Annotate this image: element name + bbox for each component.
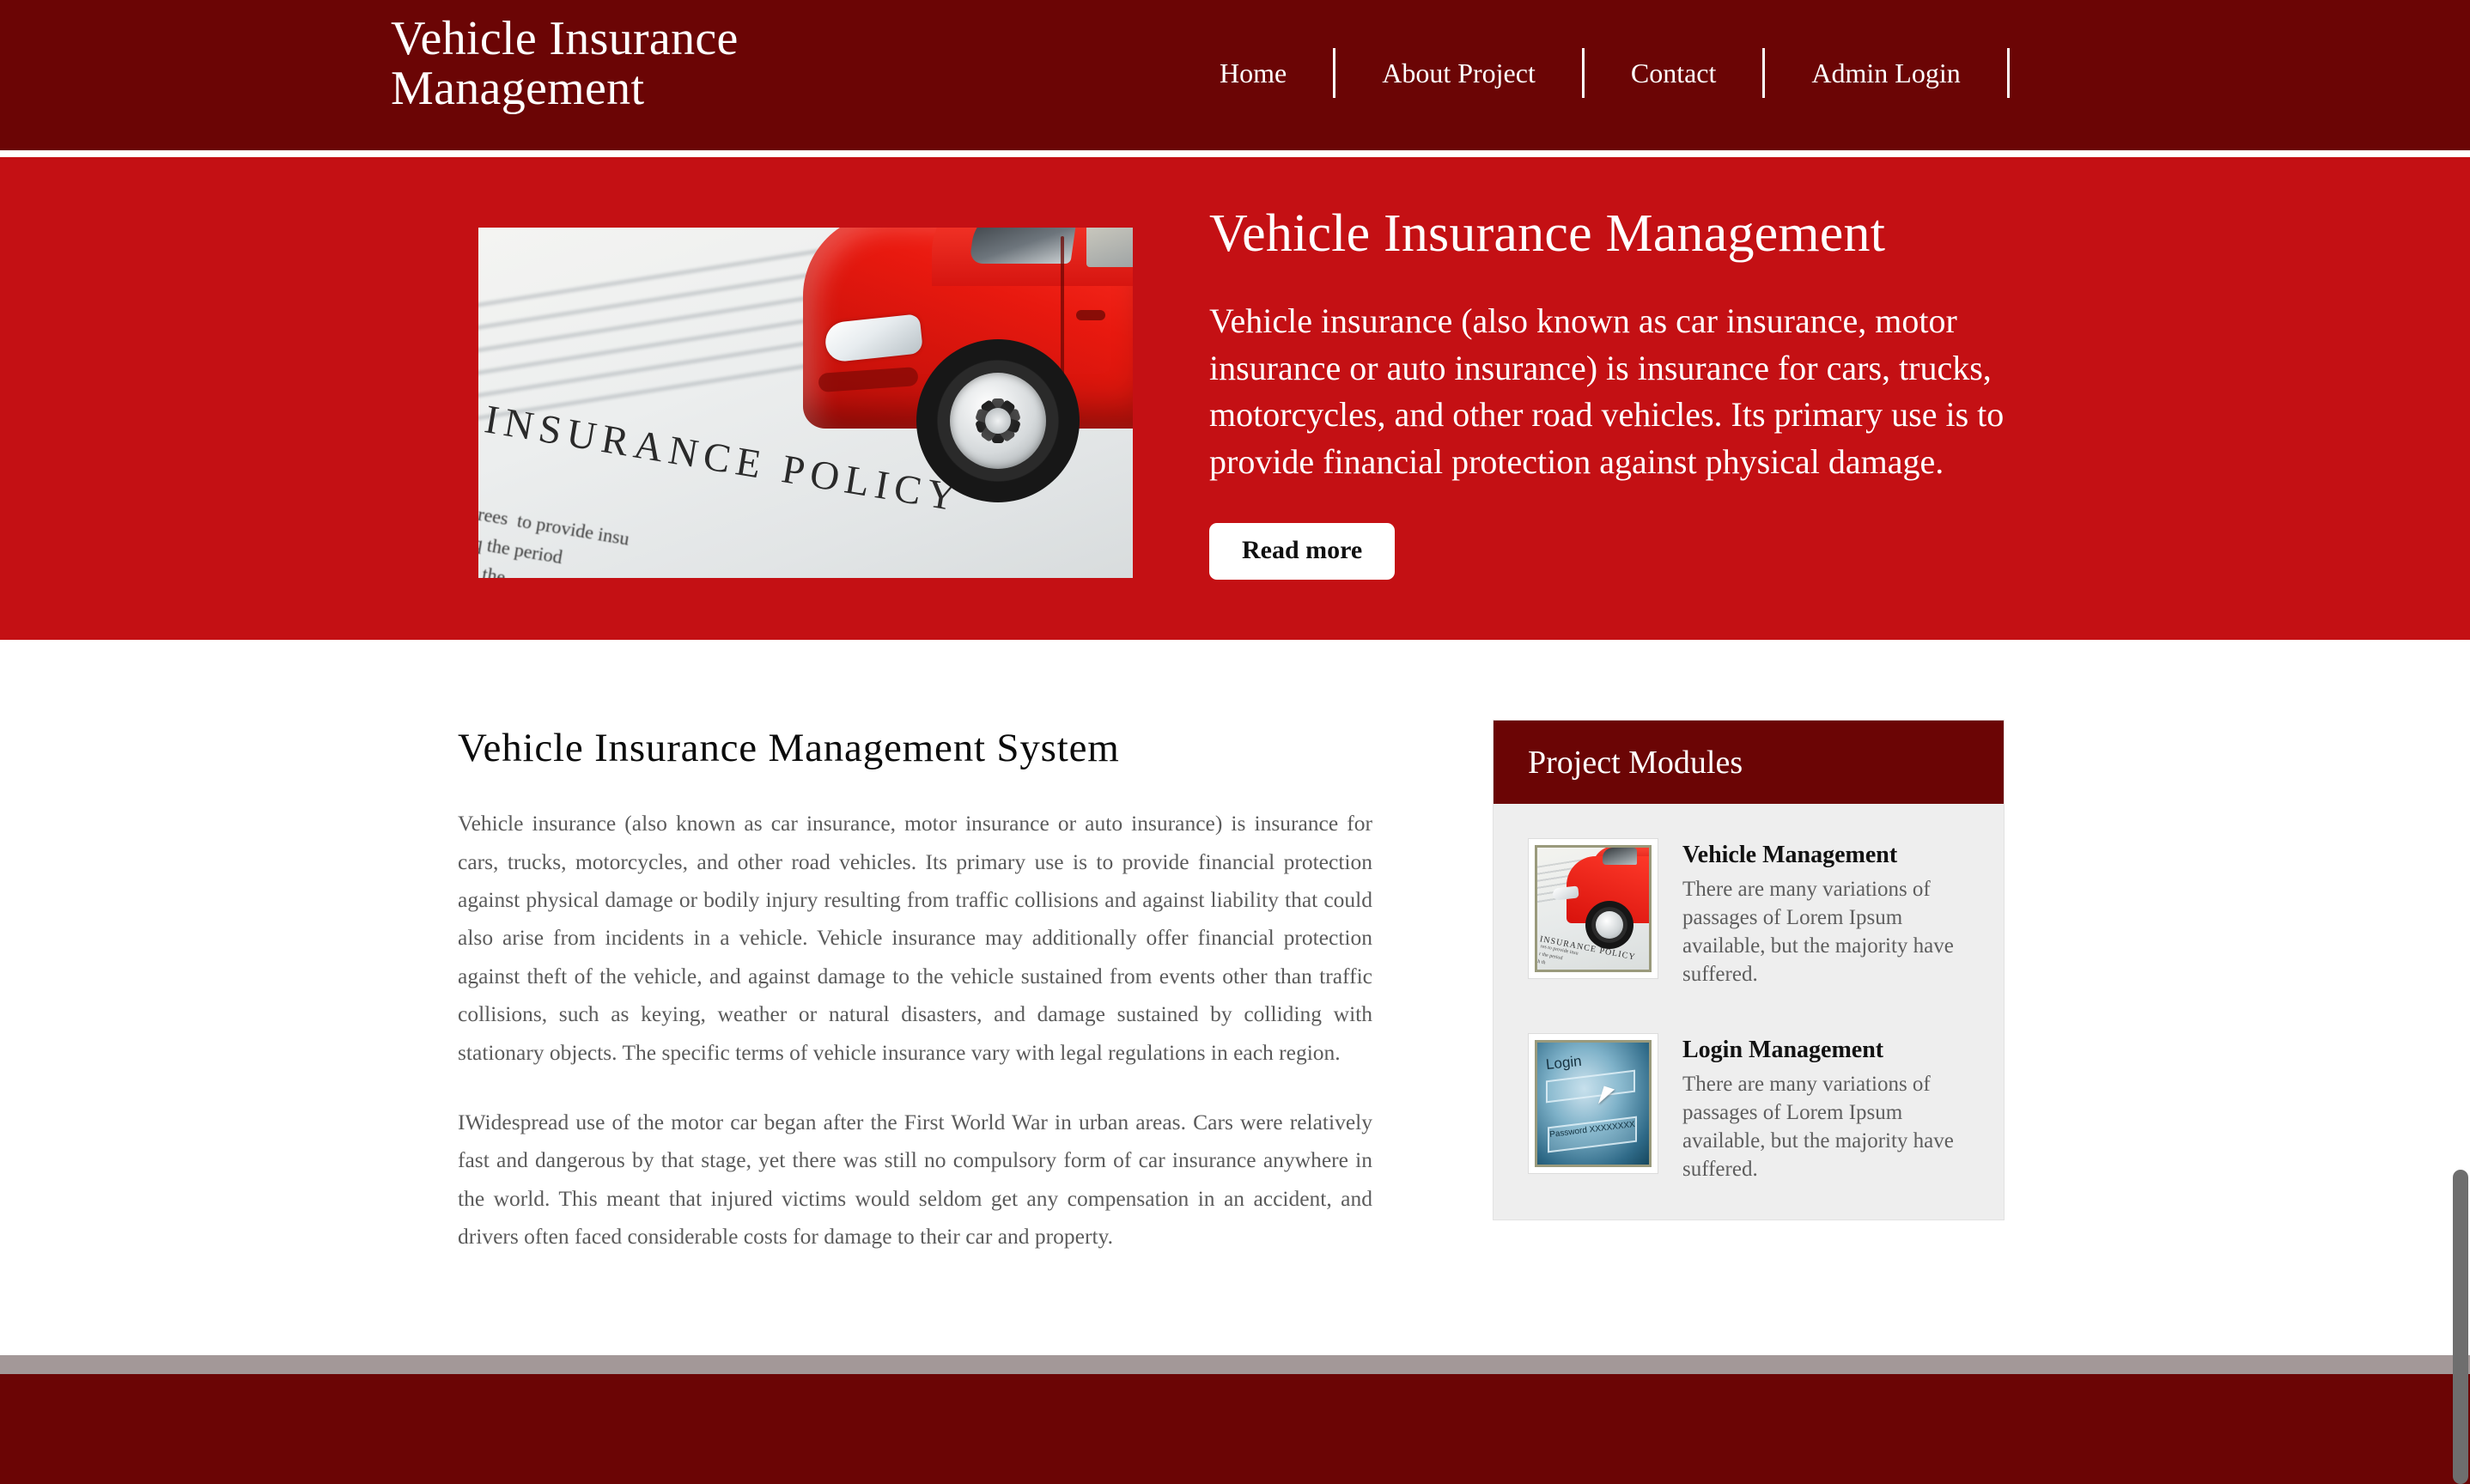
thumb-login-username-field	[1546, 1069, 1635, 1104]
hero-banner: INSURANCE POLICY rees to provide insu q t…	[0, 157, 2470, 640]
module-thumbnail-vehicle[interactable]: INSURANCE POLICY res to provide insu r th…	[1528, 838, 1658, 979]
page-root: Vehicle Insurance Management Home About …	[0, 0, 2470, 1484]
nav-item-contact[interactable]: Contact	[1585, 59, 1763, 87]
module-thumbnail-login[interactable]: Login Password XXXXXXXX	[1528, 1033, 1658, 1174]
module-title: Vehicle Management	[1682, 842, 1898, 868]
page-scrollbar[interactable]	[2451, 0, 2470, 1484]
project-modules-list: INSURANCE POLICY res to provide insu r th…	[1494, 804, 2004, 1183]
hero-image: INSURANCE POLICY rees to provide insu q t…	[478, 228, 1133, 578]
module-item-vehicle-management[interactable]: INSURANCE POLICY res to provide insu r th…	[1528, 838, 1973, 988]
main-navigation: Home About Project Contact Admin Login	[1202, 46, 2010, 100]
article-paragraph-2: IWidespread use of the motor car began a…	[458, 1109, 1372, 1249]
nav-divider	[2006, 48, 2010, 98]
project-modules-title: Project Modules	[1528, 744, 1743, 781]
site-brand-title: Vehicle Insurance Management	[391, 12, 739, 116]
article-section: Vehicle Insurance Management System Vehi…	[458, 724, 1372, 1256]
car-wheel	[916, 339, 1080, 502]
nav-item-home[interactable]: Home	[1202, 59, 1333, 87]
module-title: Login Management	[1682, 1037, 1884, 1063]
module-description: There are many variations of passages of…	[1682, 878, 1954, 986]
thumb-login-label: Login	[1545, 1052, 1583, 1073]
article-paragraph-1: Vehicle insurance (also known as car ins…	[458, 811, 1372, 1065]
scrollbar-thumb[interactable]	[2453, 1170, 2468, 1484]
module-item-login-management[interactable]: Login Password XXXXXXXX Login Management…	[1528, 1033, 1973, 1183]
nav-item-about-project[interactable]: About Project	[1335, 59, 1582, 87]
module-description: There are many variations of passages of…	[1682, 1073, 1954, 1181]
hero-title: Vehicle Insurance Management	[1209, 204, 1886, 263]
site-header: Vehicle Insurance Management Home About …	[0, 0, 2470, 150]
project-modules-panel: Project Modules INSURANCE POLICY res to …	[1493, 720, 2005, 1220]
nav-item-admin-login[interactable]: Admin Login	[1765, 59, 2006, 87]
main-content: Vehicle Insurance Management System Vehi…	[0, 640, 2470, 1353]
read-more-button[interactable]: Read more	[1209, 523, 1396, 580]
hero-copy: Vehicle Insurance Management Vehicle ins…	[1209, 204, 2034, 580]
footer-divider	[0, 1355, 2470, 1374]
hero-description: Vehicle insurance (also known as car ins…	[1209, 301, 2005, 481]
red-car-illustration	[803, 228, 1133, 502]
project-modules-header: Project Modules	[1494, 721, 2004, 804]
article-title: Vehicle Insurance Management System	[458, 726, 1120, 770]
site-footer	[0, 1374, 2470, 1484]
